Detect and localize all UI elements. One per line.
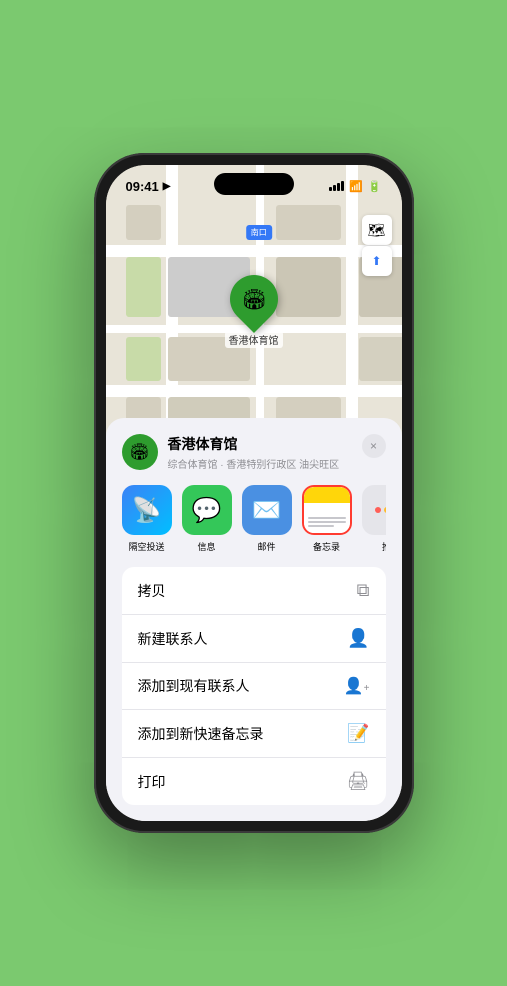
share-item-airdrop[interactable]: 📡 隔空投送 [122, 485, 172, 553]
share-item-messages[interactable]: 💬 信息 [182, 485, 232, 553]
notes-icon [302, 485, 352, 535]
mail-icon: ✉️ [242, 485, 292, 535]
new-contact-label: 新建联系人 [138, 629, 208, 649]
more-label: 推 [382, 540, 386, 553]
messages-label: 信息 [197, 540, 215, 553]
map-view-button[interactable]: 🗺 [362, 215, 392, 245]
place-header: 🏟 香港体育馆 综合体育馆 · 香港特别行政区 油尖旺区 × [122, 434, 386, 471]
action-quick-note[interactable]: 添加到新快速备忘录 📝 [122, 710, 386, 758]
share-item-notes[interactable]: 备忘录 [302, 485, 352, 553]
status-icons: 📶 🔋 [329, 180, 381, 193]
note-icon: 📝 [347, 723, 369, 744]
quick-note-label: 添加到新快速备忘录 [138, 724, 264, 744]
share-item-mail[interactable]: ✉️ 邮件 [242, 485, 292, 553]
share-row: 📡 隔空投送 💬 信息 ✉️ 邮件 [122, 485, 386, 553]
action-list: 拷贝 ⧉ 新建联系人 👤 添加到现有联系人 👤+ 添加到新快速备忘录 📝 打印 [122, 567, 386, 805]
mail-label: 邮件 [257, 540, 275, 553]
location-icon: ▶ [163, 181, 171, 192]
status-time: 09:41 ▶ [126, 179, 171, 194]
phone-screen: 09:41 ▶ 📶 🔋 [106, 165, 402, 821]
wifi-icon: 📶 [349, 180, 363, 193]
place-description: 综合体育馆 · 香港特别行政区 油尖旺区 [168, 456, 352, 471]
phone-frame: 09:41 ▶ 📶 🔋 [94, 153, 414, 833]
notes-label: 备忘录 [313, 540, 340, 553]
dynamic-island [214, 173, 294, 195]
place-icon: 🏟 [122, 434, 158, 470]
map-controls: 🗺 ⬆ [362, 215, 392, 276]
place-name: 香港体育馆 [168, 434, 352, 454]
action-copy[interactable]: 拷贝 ⧉ [122, 567, 386, 615]
pin-icon: 🏟 [220, 265, 288, 333]
close-button[interactable]: × [362, 434, 386, 458]
action-print[interactable]: 打印 🖨 [122, 758, 386, 805]
signal-icon [329, 181, 344, 191]
bottom-sheet: 🏟 香港体育馆 综合体育馆 · 香港特别行政区 油尖旺区 × 📡 隔空投送 [106, 418, 402, 821]
print-icon: 🖨 [347, 771, 370, 792]
print-label: 打印 [138, 772, 166, 792]
battery-icon: 🔋 [368, 180, 382, 193]
airdrop-label: 隔空投送 [128, 540, 164, 553]
map-label: 南口 [246, 225, 272, 240]
person-icon: 👤 [347, 628, 369, 649]
place-emoji: 🏟 [129, 442, 149, 462]
pin-emoji: 🏟 [241, 287, 266, 312]
add-contact-label: 添加到现有联系人 [138, 676, 250, 696]
messages-icon: 💬 [182, 485, 232, 535]
location-button[interactable]: ⬆ [362, 246, 392, 276]
airdrop-icon: 📡 [122, 485, 172, 535]
share-item-more[interactable]: 推 [362, 485, 386, 553]
pin-label: 香港体育馆 [225, 331, 283, 348]
location-pin: 🏟 香港体育馆 [225, 275, 283, 348]
more-icon [362, 485, 386, 535]
copy-icon: ⧉ [357, 580, 370, 601]
person-add-icon: 👤+ [344, 676, 370, 696]
time-display: 09:41 [126, 179, 159, 194]
place-info: 香港体育馆 综合体育馆 · 香港特别行政区 油尖旺区 [168, 434, 352, 471]
action-add-contact[interactable]: 添加到现有联系人 👤+ [122, 663, 386, 710]
copy-label: 拷贝 [138, 581, 166, 601]
action-new-contact[interactable]: 新建联系人 👤 [122, 615, 386, 663]
